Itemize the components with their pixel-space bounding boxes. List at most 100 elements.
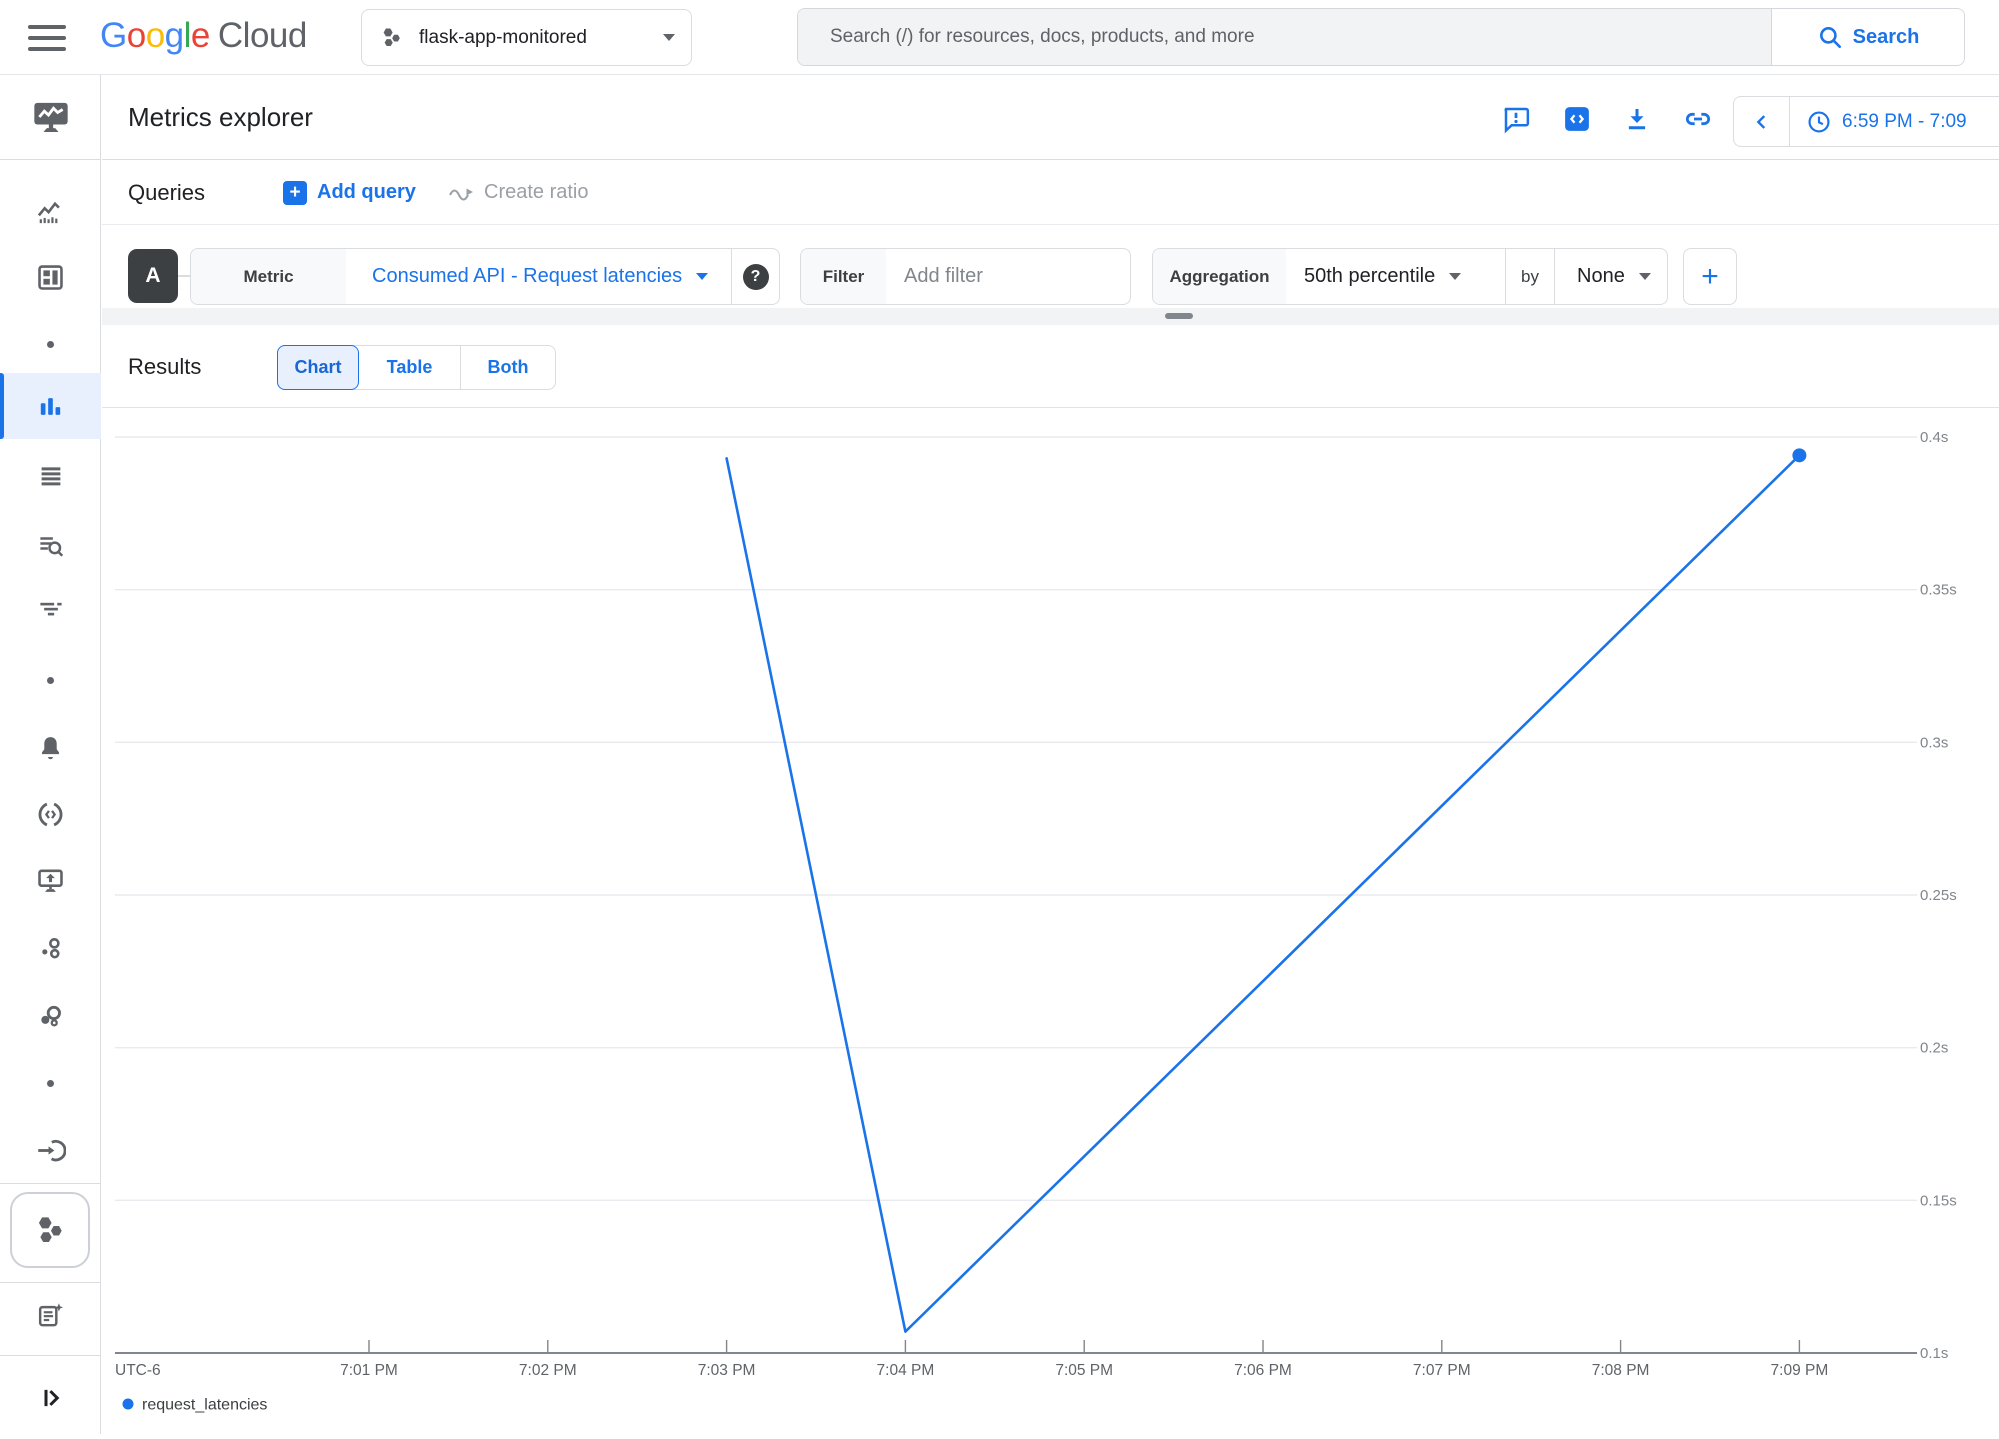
metric-help-button[interactable]: ? xyxy=(732,249,779,304)
help-icon: ? xyxy=(743,264,769,290)
sidebar-divider xyxy=(0,1282,101,1283)
dot-icon xyxy=(47,677,54,684)
svg-text:request_latencies: request_latencies xyxy=(142,1397,267,1414)
code-circle-icon xyxy=(35,799,66,830)
sidebar-item-log-list[interactable] xyxy=(0,447,101,507)
sidebar-item-integrations[interactable] xyxy=(0,1120,101,1180)
add-query-button[interactable]: + Add query xyxy=(283,160,416,225)
bubbles-icon xyxy=(35,1001,66,1032)
svg-text:7:04 PM: 7:04 PM xyxy=(877,1362,935,1379)
sidebar-expand-button[interactable] xyxy=(0,1368,101,1428)
svg-text:0.35s: 0.35s xyxy=(1920,582,1957,599)
list-search-icon xyxy=(36,531,66,561)
sidebar-item-hexagons-button[interactable] xyxy=(10,1192,90,1268)
feedback-button[interactable] xyxy=(1498,101,1534,137)
resize-handle[interactable] xyxy=(1165,313,1193,319)
sidebar-item-release-notes[interactable] xyxy=(0,1285,101,1345)
metric-dropdown[interactable]: Consumed API - Request latencies xyxy=(346,249,731,304)
chart-area: 0.4s0.35s0.3s0.25s0.2s0.15s0.1s7:01 PM7:… xyxy=(102,408,1999,1434)
chevron-down-icon xyxy=(696,273,708,280)
metric-label: Metric xyxy=(191,249,346,304)
aggregation-control: Aggregation 50th percentile by None xyxy=(1152,248,1668,305)
dot-icon xyxy=(47,341,54,348)
tune-lines-icon xyxy=(36,596,66,626)
svg-text:0.25s: 0.25s xyxy=(1920,887,1957,904)
download-icon xyxy=(1622,104,1652,134)
collapse-time-panel-button[interactable] xyxy=(1734,97,1790,146)
sidebar-item-alerting[interactable] xyxy=(0,718,101,778)
search-input[interactable] xyxy=(798,26,1771,48)
share-link-button[interactable] xyxy=(1680,101,1716,137)
query-panel-footer xyxy=(102,308,1999,325)
chevron-down-icon xyxy=(1449,273,1461,280)
svg-text:7:08 PM: 7:08 PM xyxy=(1592,1362,1650,1379)
hexagons-icon xyxy=(31,1211,69,1249)
group-by-dropdown[interactable]: None xyxy=(1555,249,1667,304)
filter-input[interactable] xyxy=(886,265,1130,288)
sidebar-divider xyxy=(0,1355,101,1356)
google-cloud-logo: GoogleCloud xyxy=(100,16,307,56)
sidebar-item-log-search[interactable] xyxy=(0,516,101,576)
svg-text:7:09 PM: 7:09 PM xyxy=(1771,1362,1829,1379)
arrow-target-icon xyxy=(35,1135,66,1166)
chevron-down-icon xyxy=(1639,273,1651,280)
latency-line-chart: 0.4s0.35s0.3s0.25s0.2s0.15s0.1s7:01 PM7:… xyxy=(102,408,1999,1434)
list-icon xyxy=(36,462,66,492)
filter-label: Filter xyxy=(801,249,886,304)
bar-chart-icon xyxy=(35,391,66,422)
time-range-button[interactable]: 6:59 PM - 7:09 xyxy=(1790,109,1967,135)
tab-chart[interactable]: Chart xyxy=(277,345,359,390)
monitoring-logo-icon xyxy=(30,97,72,137)
svg-text:7:02 PM: 7:02 PM xyxy=(519,1362,577,1379)
sidebar-item-services[interactable] xyxy=(0,986,101,1046)
search-icon xyxy=(1817,24,1843,50)
link-icon xyxy=(1682,103,1714,135)
code-view-button[interactable] xyxy=(1559,101,1595,137)
sidebar-item-uptime-checks[interactable] xyxy=(0,784,101,844)
svg-text:7:05 PM: 7:05 PM xyxy=(1055,1362,1113,1379)
sidebar-item-vm-monitoring[interactable] xyxy=(0,850,101,910)
menu-icon[interactable] xyxy=(28,25,66,51)
sidebar-item-metrics-explorer[interactable] xyxy=(0,376,101,436)
metric-selector: Metric Consumed API - Request latencies … xyxy=(190,248,780,305)
project-name: flask-app-monitored xyxy=(419,27,663,49)
metric-value: Consumed API - Request latencies xyxy=(372,265,682,288)
dashboard-icon xyxy=(35,262,66,293)
chevron-down-icon xyxy=(663,34,675,41)
search-button[interactable]: Search xyxy=(1771,9,1964,65)
sidebar-item-tracing[interactable] xyxy=(0,581,101,641)
tab-both[interactable]: Both xyxy=(461,346,555,389)
sidebar-item-dot-2[interactable] xyxy=(0,652,101,708)
sidebar-item-dot-1[interactable] xyxy=(0,316,101,372)
svg-text:UTC-6: UTC-6 xyxy=(115,1362,161,1379)
project-selector[interactable]: flask-app-monitored xyxy=(361,9,692,66)
tab-table[interactable]: Table xyxy=(359,346,461,389)
sidebar-divider xyxy=(0,1183,101,1184)
sidebar-item-groups[interactable] xyxy=(0,918,101,978)
page-header: Metrics explorer xyxy=(102,75,1999,160)
svg-text:7:07 PM: 7:07 PM xyxy=(1413,1362,1471,1379)
download-button[interactable] xyxy=(1619,101,1655,137)
svg-text:0.15s: 0.15s xyxy=(1920,1192,1957,1209)
circles-icon xyxy=(35,933,66,964)
create-ratio-button[interactable]: Create ratio xyxy=(447,160,589,225)
aggregation-dropdown[interactable]: 50th percentile xyxy=(1286,249,1505,304)
code-icon xyxy=(1562,104,1592,134)
query-badge[interactable]: A xyxy=(128,249,178,303)
results-row: Results Chart Table Both xyxy=(102,325,1999,408)
sidebar-item-monitoring-home[interactable] xyxy=(0,75,101,160)
results-view-toggle: Chart Table Both xyxy=(277,345,556,390)
sidebar-item-dot-3[interactable] xyxy=(0,1055,101,1111)
aggregation-label: Aggregation xyxy=(1153,249,1286,304)
page-title: Metrics explorer xyxy=(128,75,313,160)
queries-row: Queries + Add query Create ratio xyxy=(102,160,1999,225)
by-label: by xyxy=(1506,249,1554,304)
sidebar xyxy=(0,75,101,1434)
add-aggregation-button[interactable]: + xyxy=(1683,248,1737,305)
sidebar-item-dashboards[interactable] xyxy=(0,247,101,307)
sidebar-item-overview[interactable] xyxy=(0,181,101,241)
chevron-left-icon xyxy=(1751,111,1773,133)
ratio-arrow-icon xyxy=(447,181,475,205)
line-chart-icon xyxy=(35,196,66,227)
queries-title: Queries xyxy=(128,160,205,225)
